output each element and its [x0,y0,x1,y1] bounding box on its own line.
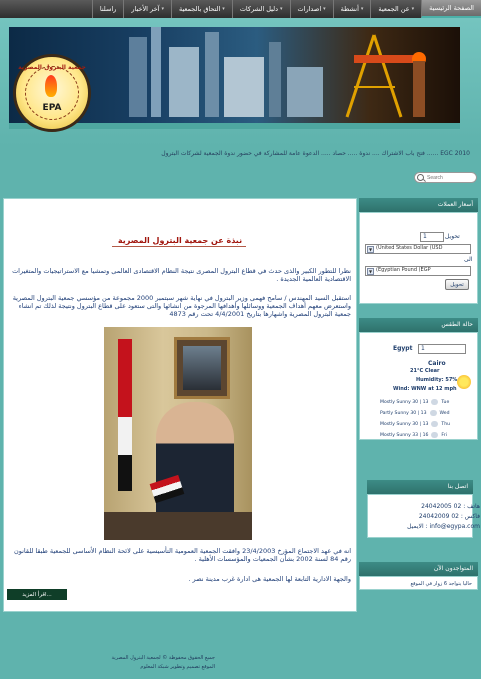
nav-item-label: الصفحة الرئيسية [429,4,474,12]
city-select[interactable]: 1 [418,344,466,354]
cloud-icon [431,399,439,405]
footer-credit[interactable]: الموقع تصميم وتطوير شبكة المعلوم [15,664,215,670]
search-icon[interactable] [417,174,424,181]
chevron-down-icon: ▾ [161,6,164,12]
contact-fax: فاكس : 02 24042009 [418,513,480,520]
forecast-day: Wed [439,410,450,416]
sun-icon [457,375,471,389]
cloud-icon [431,421,439,427]
chevron-down-icon: ▾ [222,6,225,12]
nav-item-label: التحاق بالجمعية [178,5,221,13]
nav-item-activities[interactable]: أنشطة ▾ [332,0,371,18]
nav-item-label: أنشطة [340,5,359,13]
nav-item-home[interactable]: الصفحة الرئيسية [421,0,481,18]
currency-panel: تحويل 1 ▼ (United States Dollar (USD الى… [359,212,478,304]
nav-item-label: آخر الأخبار [131,5,160,13]
top-nav: الصفحة الرئيسية عن الجمعية ▾ أنشطة ▾ اصدار… [0,0,481,18]
chevron-down-icon: ▾ [360,6,364,12]
desk [104,512,252,540]
title-underline [112,246,246,247]
nav-item-label: عن الجمعية [378,5,410,13]
chevron-down-icon: ▾ [323,6,326,12]
minister-photo [104,327,252,540]
cloud-icon [429,410,437,416]
chevron-down-icon: ▾ [280,6,283,12]
article-paragraph: استقبل السيد المهندس / سامح فهمى وزير ال… [12,294,351,318]
currency-panel-header: أسعار العملات [359,198,478,212]
convert-button[interactable]: تحويل [445,279,469,290]
weather-temp: 21°C Clear [410,368,440,374]
contact-panel: هاتف : 02 24042005 فاكس : 02 24042009 in… [367,494,480,538]
cloud-icon [431,432,439,438]
chevron-down-icon: ▼ [367,246,374,253]
contact-email[interactable]: info@egypa.com : الايميل [372,523,480,530]
nav-item-about[interactable]: عن الجمعية ▾ [370,0,421,18]
weather-panel: Egypt 1 Cairo 21°C Clear Humidity: 57% W… [359,332,478,440]
amount-input[interactable]: 1 [420,232,444,242]
flame-icon [45,75,57,97]
nav-item-join[interactable]: التحاق بالجمعية ▾ [170,0,232,18]
forecast-desc: Mostly Sunny 30 | 13 [380,399,429,405]
chevron-down-icon: ▾ [411,6,415,12]
nav-item-label: راسلنا [99,5,117,13]
weather-panel-header: حالة الطقس [359,318,478,332]
flag-stripe [118,455,132,491]
nav-item-contact[interactable]: راسلنا [91,0,124,18]
forecast-row: Partly Sunny 30 | 13 Wed [380,408,475,418]
epa-logo[interactable]: جمعية البترول المصرية EPA [13,54,91,132]
read-more-button[interactable]: اقرأ المزيد... [7,589,67,600]
forecast-day: Thu [441,421,451,427]
banner-strip [9,123,460,129]
sidebar: أسعار العملات تحويل 1 ▼ (United States D… [359,198,480,612]
amount-label: تحويل [445,233,460,240]
main-content: نبذة عن جمعية البترول المصرية نظرا للتطو… [3,198,357,612]
logo-text: EPA [42,103,62,113]
weather-humidity: Humidity: 57% [416,377,458,383]
article-paragraph: نظرا للتطور الكبير والذى حدث في قطاع الب… [12,267,351,283]
weather-wind: Wind: WNW at 12 mph [393,386,457,392]
article-paragraph: والجهة الادارية التابعة لها الجمعية هى ا… [188,575,351,583]
from-currency-value: (United States Dollar (USD [376,245,443,251]
weather-city: Cairo [428,360,446,367]
flag-stripe [118,417,132,457]
nav-item-label: دليل الشركات [239,5,279,13]
to-currency-value: (Egyptian Pound (EGP [376,267,431,273]
forecast-desc: Mostly Sunny 30 | 13 [380,421,429,427]
nav-item-label: اصدارات [297,5,322,13]
online-panel: حاليا يتواجد 6 زوار في الموقع [359,576,478,590]
portrait [183,346,221,390]
online-panel-header: المتواجدون الآن [359,562,478,576]
search-bar [0,168,481,188]
forecast-desc: Partly Sunny 30 | 13 [380,410,427,416]
forecast-day: Tue [441,399,450,405]
nav-item-companies[interactable]: دليل الشركات ▾ [231,0,290,18]
contact-phone: هاتف : 02 24042005 [421,503,480,510]
logo-arc-text: جمعية البترول المصرية [18,64,86,71]
photo-portrait-frame [174,337,230,399]
online-visitors: حاليا يتواجد 6 زوار في الموقع [410,581,472,587]
article-title: نبذة عن جمعية البترول المصرية [117,236,243,245]
nav-item-news[interactable]: آخر الأخبار ▾ [123,0,171,18]
country-label: Egypt [393,345,413,352]
contact-panel-header: اتصل بنا [367,480,473,494]
article-paragraph: انه في عهد الاجتماع المؤرخ 23/4/2003 واف… [13,547,351,563]
forecast-day: Fri [441,432,447,438]
site-header: جمعية البترول المصرية EPA EGC 2010 .....… [0,18,481,157]
to-currency-select[interactable]: ▼ (Egyptian Pound (EGP [365,266,471,276]
news-ticker[interactable]: EGC 2010 ...... فتح باب الاشتراك .... ند… [10,150,470,162]
forecast-desc: Mostly Sunny 33 | 16 [380,432,429,438]
to-label: الى [464,256,473,263]
forecast-row: Mostly Sunny 30 | 13 Tue [380,397,475,407]
forecast-row: Mostly Sunny 33 | 16 Fri [380,430,475,440]
footer-copyright: جميع الحقوق محفوظة © لجمعية البترول المص… [111,655,215,661]
footer: جميع الحقوق محفوظة © لجمعية البترول المص… [0,640,481,679]
chevron-down-icon: ▼ [367,268,374,275]
forecast-row: Mostly Sunny 30 | 13 Thu [380,419,475,429]
from-currency-select[interactable]: ▼ (United States Dollar (USD [365,244,471,254]
nav-item-publications[interactable]: اصدارات ▾ [289,0,333,18]
